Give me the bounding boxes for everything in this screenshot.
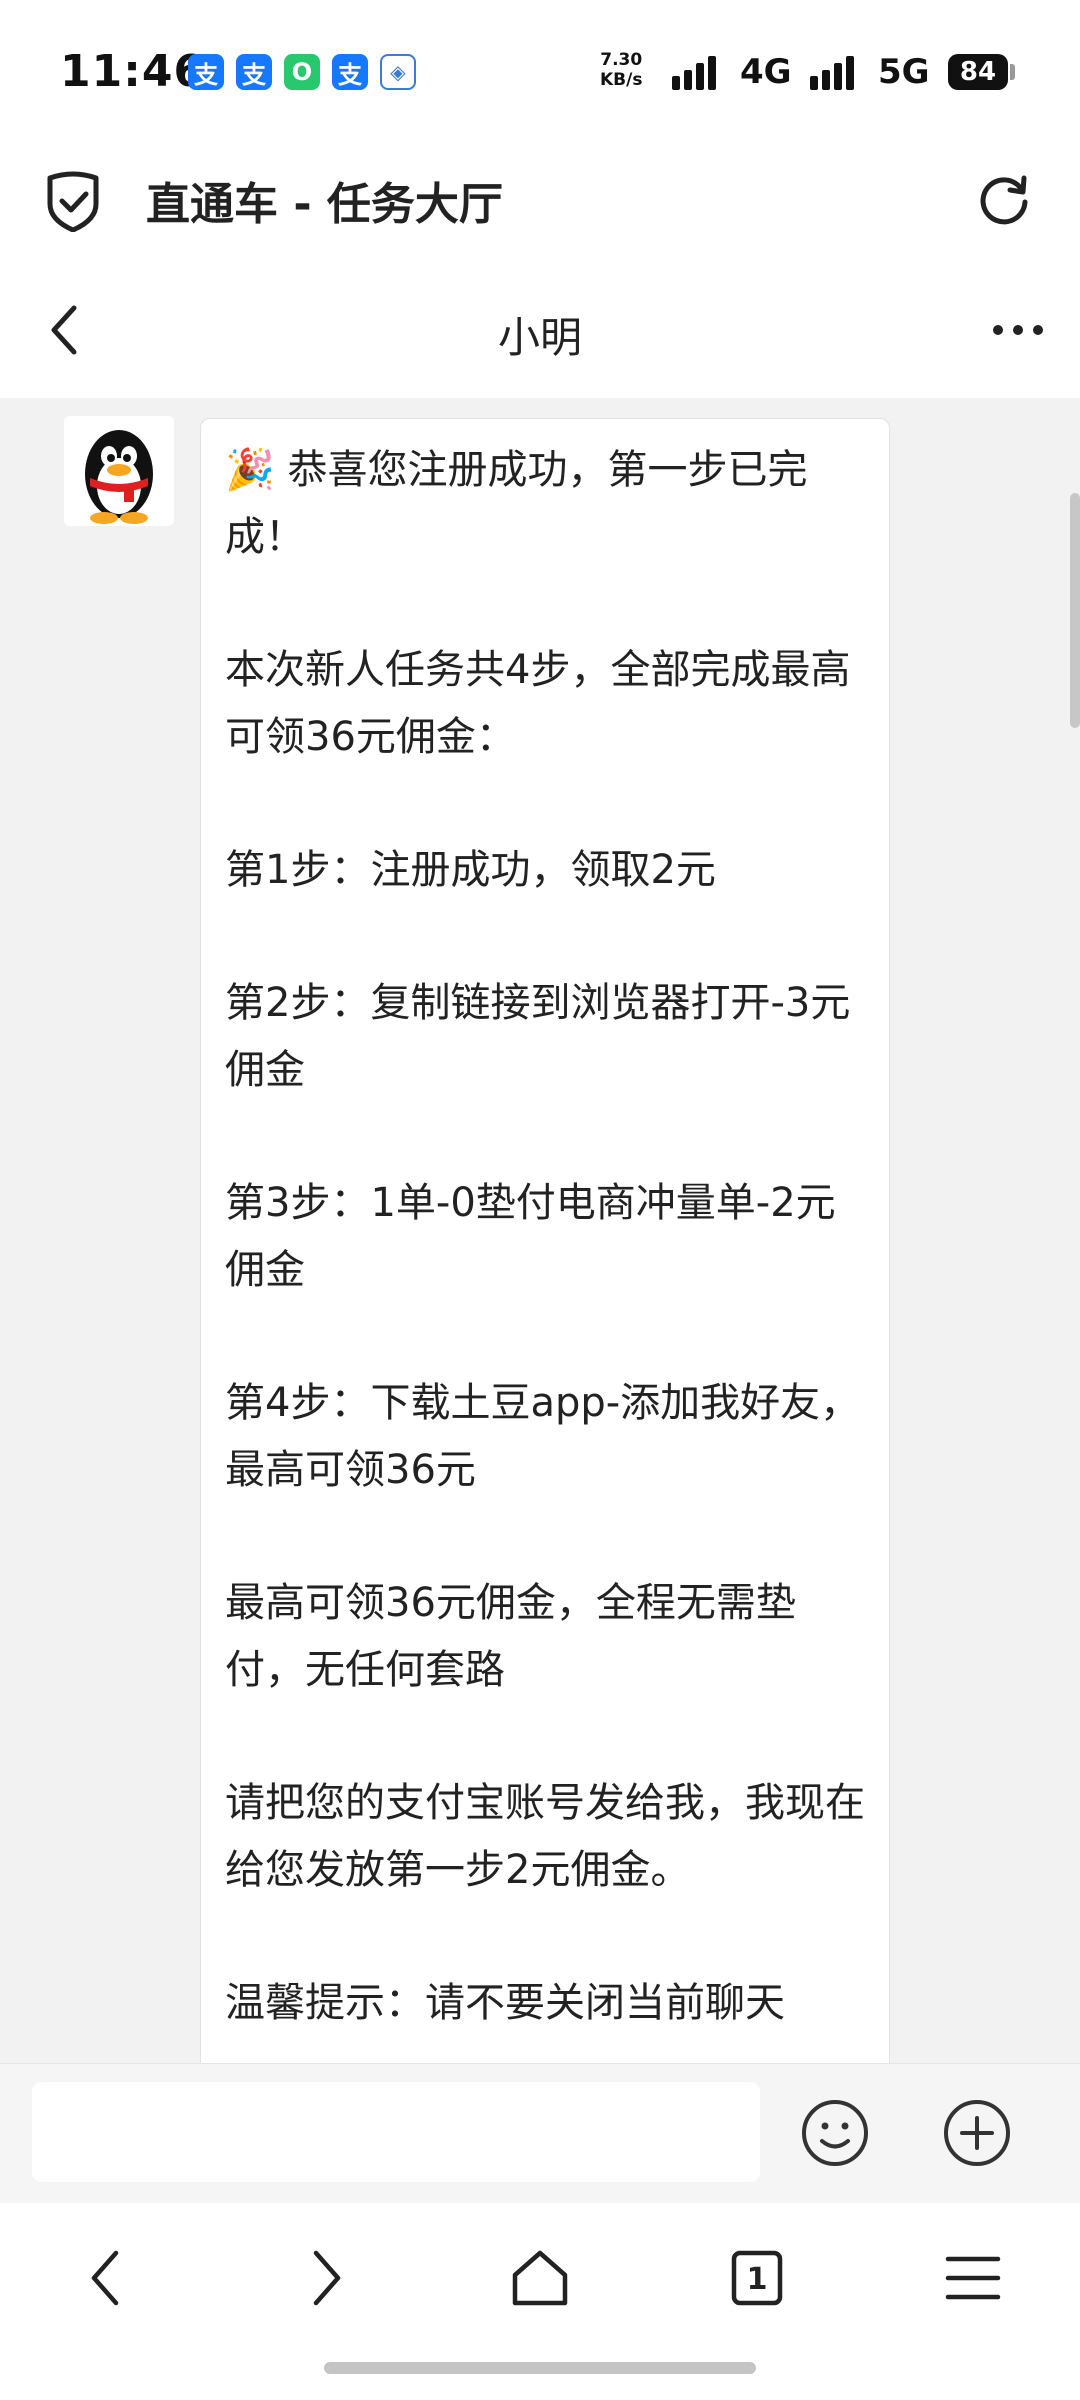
message-paragraph: 第4步：下载土豆app-添加我好友，最高可领36元 — [225, 1380, 861, 1493]
chat-messages[interactable]: 🎉 恭喜您注册成功，第一步已完成！ 本次新人任务共4步，全部完成最高可领36元佣… — [0, 398, 1080, 2063]
battery-icon: 84 — [948, 54, 1008, 90]
net-speed-value: 7.30 — [600, 50, 643, 70]
net-speed-unit: KB/s — [600, 70, 643, 90]
emoji-icon[interactable] — [800, 2098, 870, 2168]
signal-bars-icon — [810, 56, 854, 90]
status-bar: 11:46 支 支 O 支 ◈ 7.30 KB/s 4G 5G 84 — [0, 0, 1080, 140]
tab-count: 1 — [747, 2262, 768, 2297]
network-type-1: 4G — [740, 52, 792, 92]
battery-tip — [1010, 64, 1015, 80]
status-time: 11:46 — [60, 46, 206, 97]
chat-input-bar — [0, 2063, 1080, 2204]
cloud-notification-icon: ◈ — [380, 54, 416, 90]
message-bubble[interactable]: 🎉 恭喜您注册成功，第一步已完成！ 本次新人任务共4步，全部完成最高可领36元佣… — [200, 418, 890, 2063]
alipay-notification-icon: 支 — [188, 54, 224, 90]
browser-forward-icon[interactable] — [290, 2243, 360, 2313]
tabs-icon: 1 — [731, 2250, 783, 2306]
message-paragraph: 本次新人任务共4步，全部完成最高可领36元佣金： — [225, 647, 851, 760]
tabs-button[interactable]: 1 — [722, 2243, 792, 2313]
net-speed: 7.30 KB/s — [600, 50, 642, 90]
browser-toolbar: 1 — [0, 2203, 1080, 2343]
contact-name: 小明 — [497, 313, 582, 362]
refresh-icon[interactable] — [976, 172, 1032, 228]
message-input[interactable] — [32, 2082, 760, 2182]
app-title-bar: 直通车 - 任务大厅 — [0, 140, 1080, 260]
shield-check-icon[interactable] — [44, 170, 102, 232]
qq-penguin-icon — [85, 430, 153, 524]
notification-icons: 支 支 O 支 ◈ — [188, 54, 416, 90]
alipay-notification-icon: 支 — [332, 54, 368, 90]
app-notification-icon: O — [284, 54, 320, 90]
add-icon[interactable] — [942, 2098, 1012, 2168]
message-paragraph: 最高可领36元佣金，全程无需垫付，无任何套路 — [225, 1580, 796, 1693]
browser-back-icon[interactable] — [72, 2243, 142, 2313]
message-paragraph: 温馨提示：请不要关闭当前聊天 — [225, 1980, 785, 2026]
page-title: 直通车 - 任务大厅 — [146, 179, 503, 230]
avatar[interactable] — [64, 416, 174, 526]
scrollbar-thumb[interactable] — [1070, 493, 1080, 728]
message-paragraph: 请把您的支付宝账号发给我，我现在给您发放第一步2元佣金。 — [225, 1780, 865, 1893]
message-paragraph: 第1步：注册成功，领取2元 — [225, 847, 716, 893]
more-icon[interactable] — [988, 310, 1048, 350]
chat-header: 小明 — [0, 260, 1080, 398]
message-paragraph: 🎉 恭喜您注册成功，第一步已完成！ — [225, 447, 808, 560]
signal-bars-icon — [672, 56, 716, 90]
alipay-notification-icon: 支 — [236, 54, 272, 90]
menu-icon[interactable] — [938, 2243, 1008, 2313]
home-indicator[interactable] — [324, 2362, 756, 2374]
message-paragraph: 第2步：复制链接到浏览器打开-3元佣金 — [225, 980, 851, 1093]
network-type-2: 5G — [878, 52, 930, 92]
message-paragraph: 第3步：1单-0垫付电商冲量单-2元佣金 — [225, 1180, 836, 1293]
home-icon[interactable] — [505, 2243, 575, 2313]
